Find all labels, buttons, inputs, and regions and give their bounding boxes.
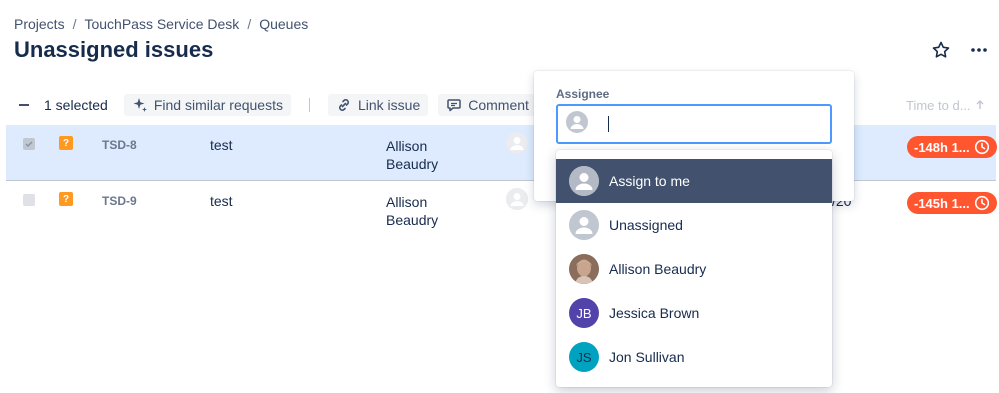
breadcrumb-separator: / [72, 16, 77, 32]
user-photo-avatar [569, 254, 599, 284]
comment-button[interactable]: Comment [438, 94, 537, 116]
breadcrumb-service-desk[interactable]: TouchPass Service Desk [84, 16, 239, 32]
reporter-last-name: Beaudry [386, 212, 439, 228]
option-label: Allison Beaudry [609, 261, 707, 277]
breadcrumb-projects[interactable]: Projects [14, 16, 65, 32]
assignee-label: Assignee [556, 87, 610, 101]
row-checkbox[interactable] [23, 194, 35, 206]
question-issue-type-icon: ? [59, 136, 73, 150]
option-assign-to-me[interactable]: Assign to me [556, 159, 832, 203]
assignee-search-input[interactable] [556, 104, 832, 144]
reporter-name: Allison Beaudry [386, 137, 466, 173]
reporter-first-name: Allison [386, 138, 428, 154]
page-actions [929, 38, 991, 62]
reporter-name: Allison Beaudry [386, 193, 466, 229]
sla-value: -145h 1... [914, 195, 970, 211]
initials-avatar: JS [569, 342, 599, 372]
star-icon[interactable] [929, 38, 953, 62]
column-header-time-to-label: Time to d... [906, 97, 971, 113]
default-avatar-icon [506, 132, 528, 154]
toolbar-divider [308, 98, 310, 112]
deselect-all-icon[interactable] [14, 99, 34, 111]
breadcrumb-queues[interactable]: Queues [259, 16, 308, 32]
clock-icon [974, 139, 989, 155]
option-label: Jessica Brown [609, 305, 700, 321]
sort-arrow-icon [976, 100, 984, 109]
default-avatar-icon [569, 210, 599, 240]
breadcrumb: Projects / TouchPass Service Desk / Queu… [14, 16, 308, 32]
clock-icon [974, 195, 989, 211]
sla-value: -148h 1... [914, 139, 970, 155]
link-icon [339, 99, 349, 111]
issue-key[interactable]: TSD-8 [102, 138, 137, 152]
default-avatar-icon [569, 166, 599, 196]
initials-avatar: JB [569, 298, 599, 328]
option-jon-sullivan[interactable]: JS Jon Sullivan [556, 335, 832, 379]
option-unassigned[interactable]: Unassigned [556, 203, 832, 247]
comment-label: Comment [468, 97, 529, 113]
sla-badge: -145h 1... [907, 192, 997, 214]
column-header-time-to[interactable]: Time to d... [898, 93, 998, 117]
reporter-last-name: Beaudry [386, 156, 439, 172]
default-avatar-icon [506, 188, 528, 210]
option-allison-beaudry[interactable]: Allison Beaudry [556, 247, 832, 291]
option-jessica-brown[interactable]: JB Jessica Brown [556, 291, 832, 335]
comment-icon [447, 99, 461, 112]
bulk-action-bar: 1 selected Find similar requests Link is… [14, 93, 537, 117]
more-options-icon[interactable] [967, 38, 991, 62]
breadcrumb-separator: / [247, 16, 252, 32]
link-issue-label: Link issue [357, 97, 421, 113]
text-cursor [608, 116, 609, 132]
page-title: Unassigned issues [14, 37, 214, 62]
option-label: Assign to me [609, 173, 690, 189]
assignee-dropdown-menu: Assign to me Unassigned Allison Beaudry … [556, 150, 832, 387]
issue-summary[interactable]: test [210, 193, 233, 209]
find-similar-label: Find similar requests [153, 97, 283, 113]
find-similar-button[interactable]: Find similar requests [123, 94, 291, 116]
sla-badge: -148h 1... [907, 136, 997, 158]
question-issue-type-icon: ? [59, 192, 73, 206]
option-label: Jon Sullivan [609, 349, 685, 365]
issue-key[interactable]: TSD-9 [102, 194, 137, 208]
reporter-first-name: Allison [386, 194, 428, 210]
default-avatar-icon [566, 110, 588, 138]
issue-summary[interactable]: test [210, 137, 233, 153]
link-issue-button[interactable]: Link issue [327, 94, 429, 116]
row-checkbox[interactable] [23, 138, 35, 150]
selected-count: 1 selected [44, 97, 108, 113]
sparkle-icon [133, 98, 147, 112]
option-label: Unassigned [609, 217, 683, 233]
